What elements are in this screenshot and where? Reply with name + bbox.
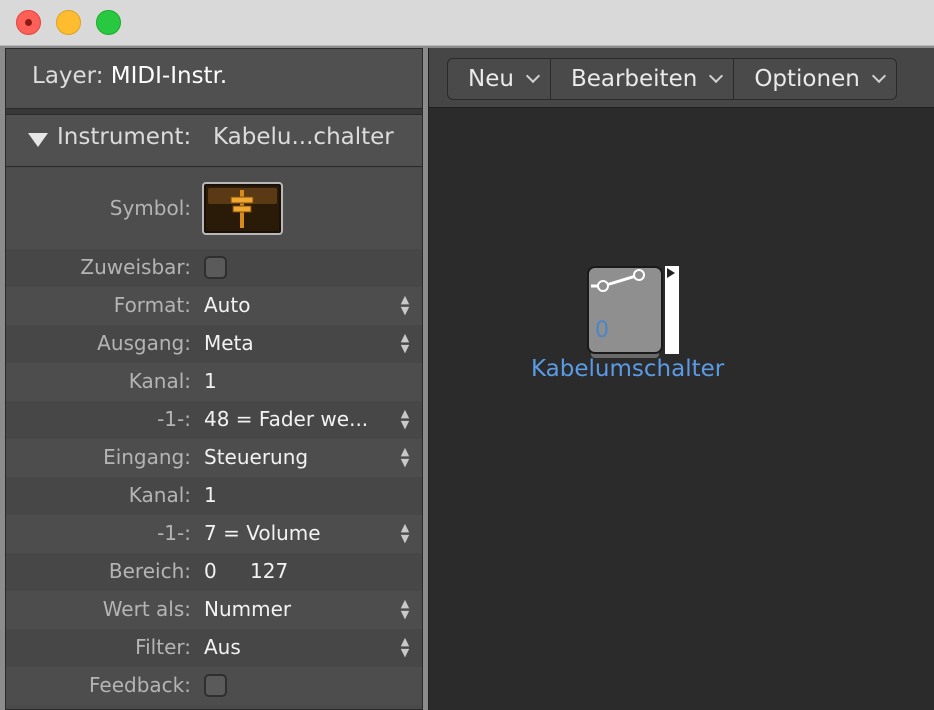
property-label: Format: — [113, 293, 191, 317]
minimize-window-button[interactable] — [56, 10, 81, 35]
menu-optionen[interactable]: Optionen — [734, 59, 896, 99]
disclosure-triangle-icon[interactable] — [28, 133, 48, 147]
environment-canvas[interactable]: Neu Bearbeiten Optionen 0 Kabelumschalte… — [428, 48, 934, 710]
property-label: Kanal: — [128, 369, 191, 393]
maximize-window-button[interactable] — [96, 10, 121, 35]
window-titlebar — [0, 0, 934, 46]
eingang-popup[interactable]: Steuerung — [204, 445, 308, 469]
property-label: Symbol: — [109, 196, 191, 220]
property-label: Zuweisbar: — [80, 255, 191, 279]
instrument-name[interactable]: Kabelu...chalter — [213, 124, 394, 150]
cable-switcher-body[interactable]: 0 — [587, 266, 663, 354]
output-arrow-icon — [667, 268, 675, 278]
inspector-panel: Layer: MIDI-Instr. Instrument: Kabelu...… — [5, 48, 423, 710]
property-row-format[interactable]: Format: Auto ▲ ▼ — [6, 287, 422, 325]
bereich-high-value[interactable]: 127 — [250, 559, 288, 583]
menu-bar: Neu Bearbeiten Optionen — [447, 58, 897, 100]
switch-lever-icon — [591, 269, 645, 292]
popup-arrows-icon: ▲ ▼ — [400, 635, 410, 659]
kanal-out-value[interactable]: 1 — [204, 369, 217, 393]
property-row-out-definition[interactable]: -1-: 48 = Fader we... ▲ ▼ — [6, 401, 422, 439]
zuweisbar-checkbox[interactable] — [204, 256, 227, 279]
property-label: -1-: — [157, 521, 191, 545]
feedback-checkbox[interactable] — [204, 674, 227, 697]
menu-bearbeiten[interactable]: Bearbeiten — [551, 59, 735, 99]
instrument-header[interactable]: Instrument: Kabelu...chalter — [6, 115, 422, 167]
layer-value: MIDI-Instr. — [110, 63, 228, 89]
layer-caption: Layer: — [32, 63, 104, 89]
property-label: Bereich: — [108, 559, 191, 583]
property-row-feedback: Feedback: — [6, 667, 422, 705]
menu-bearbeiten-label: Bearbeiten — [570, 66, 698, 92]
out-definition-popup[interactable]: 48 = Fader we... — [204, 407, 368, 431]
chevron-down-icon — [525, 68, 541, 84]
property-row-zuweisbar: Zuweisbar: — [6, 249, 422, 287]
property-label: Ausgang: — [97, 331, 191, 355]
wert-als-popup[interactable]: Nummer — [204, 597, 291, 621]
property-row-filter[interactable]: Filter: Aus ▲ ▼ — [6, 629, 422, 667]
popup-arrows-icon: ▲ ▼ — [400, 331, 410, 355]
menu-optionen-label: Optionen — [754, 66, 860, 92]
property-row-kanal-out: Kanal: 1 — [6, 363, 422, 401]
bereich-low-value[interactable]: 0 — [204, 559, 217, 583]
popup-arrows-icon: ▲ ▼ — [400, 521, 410, 545]
property-row-bereich: Bereich: 0 127 — [6, 553, 422, 591]
close-window-button[interactable] — [16, 10, 41, 35]
toolbar: Neu Bearbeiten Optionen — [429, 48, 934, 108]
popup-arrows-icon: ▲ ▼ — [400, 445, 410, 469]
property-row-symbol: Symbol: — [6, 168, 422, 249]
property-label: Kanal: — [128, 483, 191, 507]
kanal-in-value[interactable]: 1 — [204, 483, 217, 507]
object-name-label[interactable]: Kabelumschalter — [531, 356, 724, 382]
property-label: Eingang: — [103, 445, 191, 469]
property-label: Wert als: — [102, 597, 191, 621]
filter-popup[interactable]: Aus — [204, 635, 241, 659]
property-row-eingang[interactable]: Eingang: Steuerung ▲ ▼ — [6, 439, 422, 477]
property-label: -1-: — [157, 407, 191, 431]
output-port[interactable] — [665, 266, 679, 354]
popup-arrows-icon: ▲ ▼ — [400, 407, 410, 431]
property-label: Filter: — [135, 635, 191, 659]
property-label: Feedback: — [89, 673, 191, 697]
in-definition-popup[interactable]: 7 = Volume — [204, 521, 321, 545]
property-row-ausgang[interactable]: Ausgang: Meta ▲ ▼ — [6, 325, 422, 363]
property-row-kanal-in: Kanal: 1 — [6, 477, 422, 515]
fader-symbol-icon — [230, 190, 254, 228]
layer-label: Layer: MIDI-Instr. — [32, 63, 227, 89]
menu-neu-label: Neu — [468, 66, 514, 92]
cable-switcher-object[interactable]: 0 — [587, 266, 679, 358]
layer-row[interactable]: Layer: MIDI-Instr. — [6, 49, 422, 109]
popup-arrows-icon: ▲ ▼ — [400, 293, 410, 317]
popup-arrows-icon: ▲ ▼ — [400, 597, 410, 621]
instrument-label: Instrument: — [57, 124, 192, 150]
property-row-in-definition[interactable]: -1-: 7 = Volume ▲ ▼ — [6, 515, 422, 553]
chevron-down-icon — [871, 68, 886, 84]
property-row-wert-als[interactable]: Wert als: Nummer ▲ ▼ — [6, 591, 422, 629]
format-popup[interactable]: Auto — [204, 293, 250, 317]
cable-switcher-value: 0 — [595, 318, 609, 343]
symbol-button[interactable] — [202, 182, 283, 235]
chevron-down-icon — [709, 68, 724, 84]
ausgang-popup[interactable]: Meta — [204, 331, 254, 355]
menu-neu[interactable]: Neu — [448, 59, 551, 99]
